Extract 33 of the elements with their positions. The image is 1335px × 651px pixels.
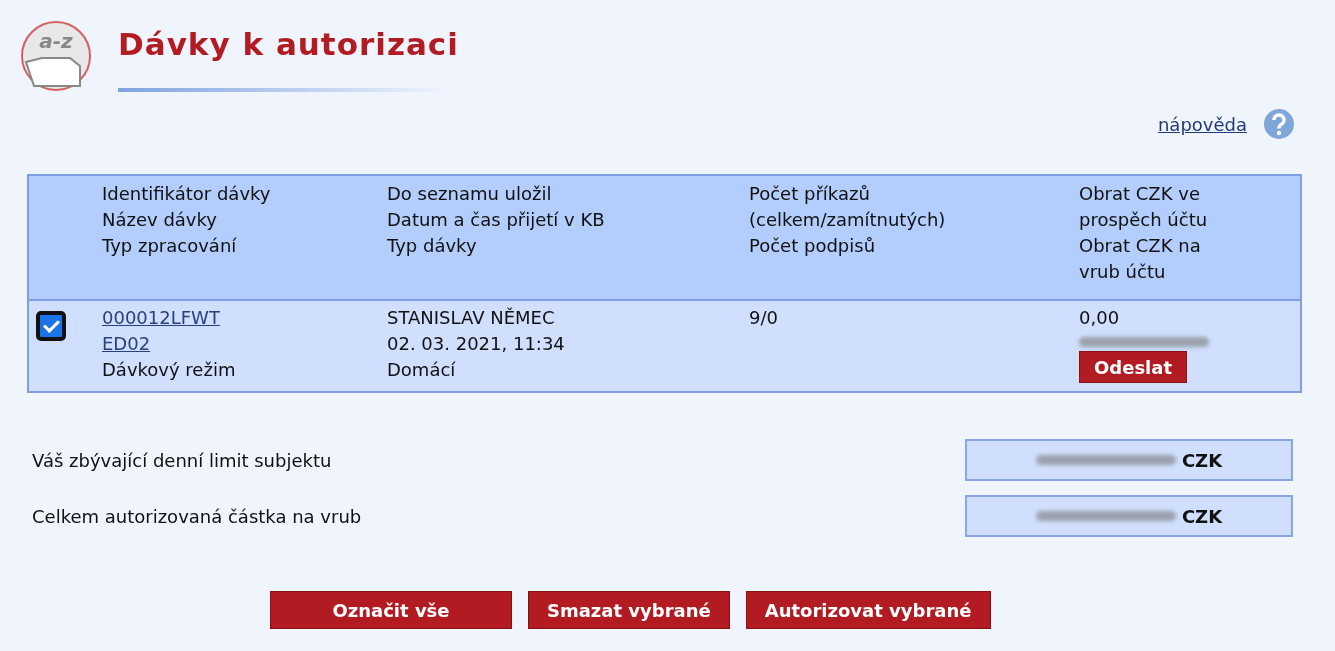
row-checkbox[interactable]: [36, 311, 66, 341]
batch-id-link[interactable]: 000012LFWT: [102, 307, 220, 328]
table-cell-text: 02. 03. 2021, 11:34: [387, 332, 566, 356]
action-button[interactable]: Označit vše: [270, 591, 512, 629]
table-cell-text: 9/0: [749, 306, 779, 330]
column-heading: Identifikátor dávky: [102, 182, 272, 206]
batch-id-link[interactable]: ED02: [102, 333, 151, 354]
column-heading: Typ zpracování: [102, 234, 238, 258]
action-button[interactable]: Autorizovat vybrané: [745, 591, 991, 629]
column-heading: Datum a čas přijetí v KB: [387, 208, 606, 232]
column-heading: (celkem/zamítnutých): [749, 208, 947, 232]
action-button[interactable]: Smazat vybrané: [528, 591, 730, 629]
column-heading: Obrat CZK ve: [1079, 182, 1201, 206]
table-cell-text: 0,00: [1079, 306, 1121, 330]
limit-label: Váš zbývající denní limit subjektu: [32, 449, 332, 471]
send-button[interactable]: Odeslat: [1079, 351, 1188, 383]
table-cell-text: Domácí: [387, 358, 457, 382]
table-cell-text: STANISLAV NĚMEC: [387, 306, 556, 330]
column-heading: Do seznamu uložil: [387, 182, 553, 206]
column-heading: prospěch účtu: [1079, 208, 1209, 232]
amount-field: CZK: [965, 495, 1293, 537]
page-title: Dávky k autorizaci: [118, 25, 459, 64]
column-heading: Typ dávky: [387, 234, 478, 258]
table-cell-text: Dávkový režim: [102, 358, 237, 382]
amount-field: CZK: [965, 439, 1293, 481]
column-heading: Název dávky: [102, 208, 218, 232]
column-heading: vrub účtu: [1079, 260, 1167, 284]
help-link[interactable]: nápověda: [1157, 113, 1247, 135]
column-heading: Počet příkazů: [749, 182, 871, 206]
folder-logo-icon: a-z: [20, 20, 92, 92]
column-heading: Obrat CZK na: [1079, 234, 1202, 258]
column-heading: Počet podpisů: [749, 234, 877, 258]
limit-label: Celkem autorizovaná částka na vrub: [32, 505, 362, 527]
